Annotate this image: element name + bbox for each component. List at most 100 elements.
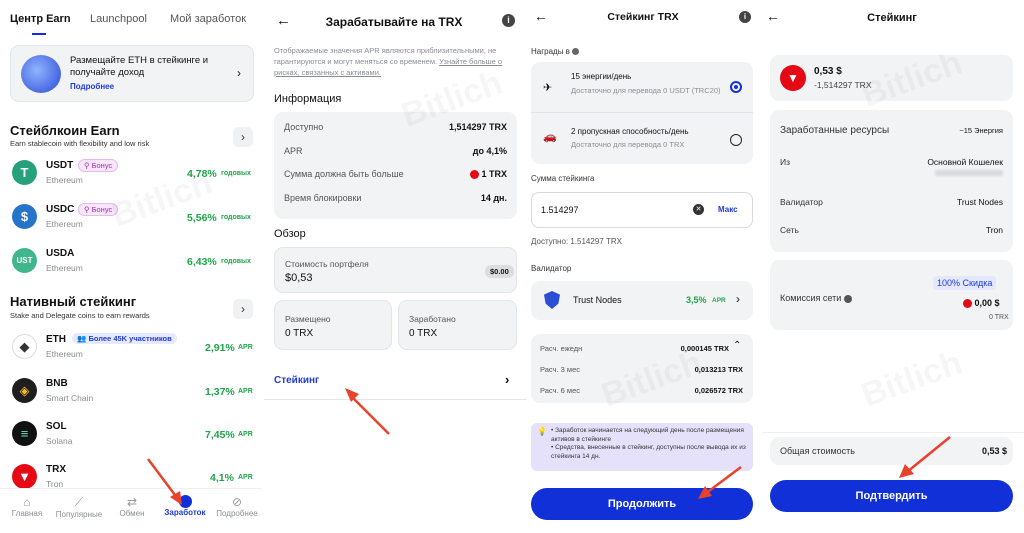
tab-launchpool[interactable]: Launchpool — [90, 13, 147, 25]
earn-icon — [178, 495, 192, 508]
coin-rate: 1,37% — [205, 386, 235, 398]
nav-more[interactable]: ⊘ Подробнее — [212, 495, 262, 518]
coin-symbol: BNB — [46, 378, 68, 389]
stablecoin-earn-subtitle: Earn stablecoin with flexibility and low… — [10, 139, 150, 148]
rate-unit: APR — [238, 474, 253, 481]
list-item[interactable]: ≡ SOL Solana 7,45% APR — [0, 419, 262, 459]
coin-network: Smart Chain — [46, 393, 94, 403]
staking-notice: 💡 • Заработок начинается на следующий де… — [531, 423, 753, 471]
trx-icon: ▼ — [780, 65, 806, 91]
earn-center-screen: Центр Earn Launchpool Мой заработок Разм… — [0, 0, 262, 533]
list-item[interactable]: ◆ ETH 👥 Более 45K участников Ethereum 2,… — [0, 332, 262, 372]
info-row: Доступно 1,514297 TRX — [284, 122, 507, 132]
active-tab-indicator — [32, 33, 46, 35]
details-card: Заработанные ресурсы ~15 Энергия Из Осно… — [770, 110, 1013, 252]
available-balance: Доступно: 1.514297 TRX — [531, 237, 622, 246]
radio-selected[interactable] — [730, 81, 742, 93]
staking-link[interactable]: Стейкинг — [274, 375, 319, 386]
stablecoin-earn-title: Стейблкоин Earn — [10, 123, 120, 138]
back-arrow-icon[interactable]: ← — [276, 12, 291, 29]
nav-home[interactable]: ⌂ Главная — [4, 495, 50, 518]
rewards-label: Награды в — [531, 47, 580, 56]
fee-card: Комиссия сети 100% Скидка 0,00 $ 0 TRX — [770, 260, 1013, 330]
portfolio-value: $0,53 — [285, 272, 313, 284]
nav-earn[interactable]: Заработок — [160, 495, 210, 517]
list-item[interactable]: $ USDC ⚲ Бонус Ethereum 5,56% годовых — [0, 202, 262, 242]
list-item[interactable]: T USDT ⚲ Бонус Ethereum 4,78% годовых — [0, 158, 262, 198]
rocket-icon: ✈ — [543, 82, 553, 94]
chevron-right-icon: › — [237, 66, 241, 80]
coin-symbol: USDA — [46, 248, 75, 259]
swap-icon: ⇄ — [126, 495, 138, 509]
continue-button[interactable]: Продолжить — [531, 488, 753, 520]
bottom-nav: ⌂ Главная ⟋ Популярные ⇄ Обмен Заработок… — [0, 488, 262, 533]
coin-symbol: TRX — [46, 464, 66, 475]
total-card: Общая стоимость 0,53 $ — [770, 437, 1013, 465]
nav-popular[interactable]: ⟋ Популярные — [54, 495, 104, 519]
page-title: Стейкинг TRX — [607, 11, 679, 23]
list-item[interactable]: ▼ TRX Tron 4,1% APR — [0, 462, 262, 490]
trx-icon: ▼ — [12, 464, 37, 489]
rate-unit: годовых — [221, 258, 251, 265]
coin-network: Ethereum — [46, 349, 83, 359]
staking-confirm-screen: ← Стейкинг ▼ 0,53 $ -1,514297 TRX Зарабо… — [762, 0, 1024, 533]
staking-link-row[interactable]: Стейкинг › — [264, 364, 527, 400]
shield-icon — [544, 291, 560, 309]
earned-card: Заработано 0 TRX — [398, 300, 517, 350]
radio-unselected[interactable] — [730, 134, 742, 146]
usda-icon: UST — [12, 248, 37, 273]
tab-my-earnings[interactable]: Мой заработок — [170, 13, 246, 25]
rewards-options: ✈ 15 энергии/день Достаточно для перевод… — [531, 62, 753, 164]
coin-network: Ethereum — [46, 219, 83, 229]
amount-input[interactable]: 1.514297 ✕ Макс — [531, 192, 753, 228]
tab-earn-center[interactable]: Центр Earn — [10, 13, 71, 25]
usdc-icon: $ — [12, 204, 37, 229]
fee-usd: 0,00 $ — [963, 298, 1000, 309]
coin-symbol: ETH — [46, 334, 66, 345]
usdt-icon: T — [12, 160, 37, 185]
fee-label: Комиссия сети — [780, 293, 852, 303]
trx-staking-screen: ← Стейкинг TRX i Награды в ✈ 15 энергии/… — [528, 0, 760, 533]
info-icon[interactable]: i — [502, 14, 515, 27]
detail-row: Заработанные ресурсы ~15 Энергия — [780, 125, 1003, 136]
coin-rate: 2,91% — [205, 342, 235, 354]
banner-text: Размещайте ETH в стейкинге и получайте д… — [70, 55, 209, 78]
chevron-up-icon[interactable]: ⌃ — [733, 340, 741, 351]
rate-unit: годовых — [221, 214, 251, 221]
info-card: Доступно 1,514297 TRX APR до 4,1% Сумма … — [274, 112, 517, 219]
eth-icon: ◆ — [12, 334, 37, 359]
chevron-right-icon[interactable]: › — [233, 127, 253, 147]
banner-link[interactable]: Подробнее — [70, 82, 114, 91]
rate-unit: APR — [238, 388, 253, 395]
info-icon[interactable] — [843, 294, 852, 303]
back-arrow-icon[interactable]: ← — [766, 8, 780, 24]
native-staking-subtitle: Stake and Delegate coins to earn rewards — [10, 311, 150, 320]
rate-unit: APR — [238, 344, 253, 351]
coin-network: Ethereum — [46, 263, 83, 273]
info-row: Сумма должна быть больше 1 TRX — [284, 169, 507, 180]
reward-option-energy[interactable]: ✈ 15 энергии/день Достаточно для перевод… — [531, 62, 753, 113]
info-icon — [572, 48, 580, 56]
coin-rate: 4,1% — [210, 472, 234, 484]
info-icon[interactable]: i — [739, 11, 751, 23]
list-item[interactable]: ◈ BNB Smart Chain 1,37% APR — [0, 376, 262, 416]
overview-section-title: Обзор — [274, 228, 306, 240]
detail-row: Из Основной Кошелек — [780, 157, 1003, 167]
nav-swap[interactable]: ⇄ Обмен — [110, 495, 154, 518]
page-title: Стейкинг — [867, 12, 917, 24]
eth-staking-banner[interactable]: Размещайте ETH в стейкинге и получайте д… — [10, 45, 254, 102]
amount-summary: ▼ 0,53 $ -1,514297 TRX — [770, 55, 1013, 101]
max-button[interactable]: Макс — [718, 205, 738, 214]
chart-icon: ⟋ — [74, 495, 84, 509]
reward-option-bandwidth[interactable]: 🚗 2 пропускная способность/день Достаточ… — [531, 114, 753, 164]
chevron-right-icon[interactable]: › — [233, 299, 253, 319]
back-arrow-icon[interactable]: ← — [534, 8, 548, 24]
clear-icon[interactable]: ✕ — [693, 204, 704, 215]
coin-rate: 5,56% — [187, 212, 217, 224]
confirm-button[interactable]: Подтвердить — [770, 480, 1013, 512]
participants-badge: 👥 Более 45K участников — [72, 333, 177, 344]
bnb-icon: ◈ — [12, 378, 37, 403]
validator-select[interactable]: Trust Nodes 3,5% APR › — [531, 281, 753, 320]
list-item[interactable]: UST USDA Ethereum 6,43% годовых — [0, 246, 262, 286]
coin-rate: 6,43% — [187, 256, 217, 268]
